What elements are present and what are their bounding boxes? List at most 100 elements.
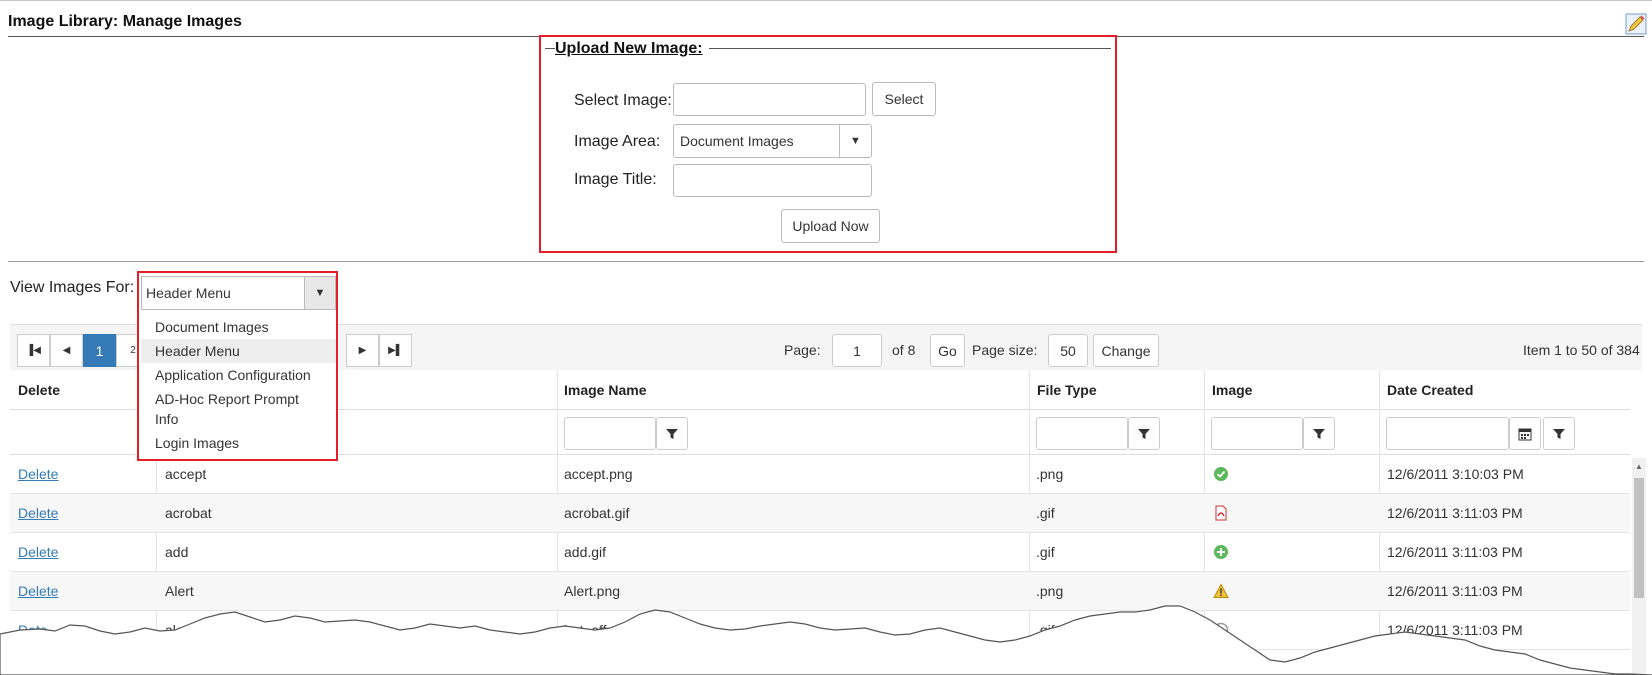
add-circle-icon (1214, 545, 1228, 559)
column-delete[interactable]: Delete (18, 382, 60, 398)
image-name-cell: Alert.png (564, 583, 621, 599)
image-name-filter-button[interactable] (656, 417, 688, 450)
grid-scrollbar[interactable]: ▲ (1632, 458, 1646, 675)
filter-icon (666, 428, 678, 439)
page-number-input[interactable]: 1 (832, 334, 882, 367)
image-filter-button[interactable] (1303, 417, 1335, 450)
column-image[interactable]: Image (1212, 382, 1252, 398)
image-area-value: Document Images (680, 133, 794, 149)
first-page-button[interactable]: ▐◀ (17, 334, 50, 367)
view-images-for-label: View Images For: (10, 279, 135, 296)
filter-icon (1138, 428, 1150, 439)
image-name-cell: lert_off.gif (564, 622, 626, 638)
delete-link[interactable]: Delete (18, 544, 58, 560)
select-image-label: Select Image: (574, 92, 672, 109)
section-divider (8, 261, 1644, 262)
file-type-cell: .png (1036, 583, 1064, 599)
change-button[interactable]: Change (1093, 334, 1159, 367)
image-name-cell: add.gif (564, 544, 607, 560)
page-count: of 8 (892, 342, 916, 358)
date-created-filter-input[interactable] (1386, 417, 1509, 450)
date-created-cell: 12/6/2011 3:11:03 PM (1387, 622, 1523, 638)
column-date-created[interactable]: Date Created (1387, 382, 1473, 398)
file-type-cell: .gif (1036, 622, 1055, 638)
first-page-icon: ▐◀ (26, 345, 41, 356)
calendar-icon (1518, 428, 1532, 440)
file-type-cell: .png (1036, 466, 1064, 482)
image-name-cell: acrobat.gif (564, 505, 630, 521)
page-size-label: Page size: (972, 342, 1038, 358)
date-created-filter-button[interactable] (1543, 417, 1575, 450)
view-images-selected: Header Menu (146, 285, 231, 301)
image-title-cell: alert_off (165, 622, 216, 638)
filter-icon (1553, 428, 1565, 439)
prev-page-button[interactable]: ◀ (50, 334, 83, 367)
upload-legend: Upload New Image: (555, 40, 709, 58)
delete-link[interactable]: Delete (18, 583, 58, 599)
date-created-cell: 12/6/2011 3:10:03 PM (1387, 466, 1524, 482)
page-size-input[interactable]: 50 (1048, 334, 1088, 367)
image-title-cell: accept (165, 466, 207, 482)
view-images-select[interactable]: Header Menu ▼ (141, 276, 336, 310)
chevron-down-icon[interactable]: ▼ (304, 277, 335, 309)
table-row: Dete alert_off lert_off.gif .gif 12/6/20… (10, 611, 1630, 650)
next-page-icon: ▶ (358, 345, 367, 356)
page-1-button[interactable]: 1 (83, 334, 116, 367)
scroll-up-icon[interactable]: ▲ (1635, 462, 1643, 471)
option-header-menu[interactable]: Header Menu (141, 339, 336, 363)
file-type-cell: .gif (1036, 544, 1055, 560)
column-image-name[interactable]: Image Name (564, 382, 646, 398)
select-button[interactable]: Select (872, 82, 936, 116)
image-title-cell: Alert (165, 583, 194, 599)
last-page-icon: ▶▌ (388, 345, 403, 356)
view-images-dropdown: Header Menu ▼ Document Images Header Men… (137, 271, 338, 461)
alert-off-icon (1213, 622, 1229, 638)
filter-icon (1313, 428, 1325, 439)
image-area-label: Image Area: (574, 133, 661, 150)
window-top-border (0, 0, 1652, 8)
image-title-field[interactable] (673, 164, 872, 197)
image-name-filter-input[interactable] (564, 417, 656, 450)
image-name-cell: accept.png (564, 466, 633, 482)
column-file-type[interactable]: File Type (1037, 382, 1097, 398)
image-title-label: Image Title: (574, 171, 657, 188)
chevron-down-icon[interactable]: ▼ (839, 125, 871, 157)
upload-now-button[interactable]: Upload Now (781, 209, 880, 243)
delete-link[interactable]: Delete (18, 505, 58, 521)
select-image-field[interactable] (673, 83, 866, 116)
edit-page-icon[interactable] (1624, 12, 1648, 36)
image-filter-input[interactable] (1211, 417, 1303, 450)
go-button[interactable]: Go (930, 334, 965, 367)
delete-link[interactable]: Dete (18, 622, 48, 638)
date-created-cell: 12/6/2011 3:11:03 PM (1387, 505, 1523, 521)
page-label: Page: (784, 342, 821, 358)
image-title-cell: add (165, 544, 189, 560)
scrollbar-thumb[interactable] (1634, 478, 1644, 598)
delete-link[interactable]: Delete (18, 466, 58, 482)
table-row: Delete acrobat acrobat.gif .gif 12/6/201… (10, 494, 1630, 533)
date-created-cell: 12/6/2011 3:11:03 PM (1387, 544, 1523, 560)
pdf-icon (1215, 505, 1227, 521)
last-page-button[interactable]: ▶▌ (379, 334, 412, 367)
option-adhoc-report-prompt-info[interactable]: AD-Hoc Report Prompt Info (141, 387, 336, 431)
page-title: Image Library: Manage Images (8, 13, 242, 30)
warning-icon (1213, 583, 1229, 598)
upload-image-panel: Upload New Image: Select Image: Select I… (539, 35, 1117, 253)
image-title-cell: acrobat (165, 505, 212, 521)
file-type-cell: .gif (1036, 505, 1055, 521)
item-summary: Item 1 to 50 of 384 (1523, 342, 1640, 358)
next-page-button[interactable]: ▶ (346, 334, 379, 367)
file-type-filter-button[interactable] (1128, 417, 1160, 450)
check-circle-icon (1214, 467, 1228, 481)
table-row: Delete Alert Alert.png .png 12/6/2011 3:… (10, 572, 1630, 611)
file-type-filter-input[interactable] (1036, 417, 1128, 450)
prev-page-icon: ◀ (62, 345, 71, 356)
option-login-images[interactable]: Login Images (141, 431, 336, 455)
option-application-configuration[interactable]: Application Configuration (141, 363, 336, 387)
date-picker-button[interactable] (1509, 417, 1541, 450)
dropdown-options: Document Images Header Menu Application … (141, 315, 336, 455)
image-area-select[interactable]: Document Images ▼ (673, 124, 872, 158)
option-document-images[interactable]: Document Images (141, 315, 336, 339)
date-created-cell: 12/6/2011 3:11:03 PM (1387, 583, 1523, 599)
table-row: Delete add add.gif .gif 12/6/2011 3:11:0… (10, 533, 1630, 572)
